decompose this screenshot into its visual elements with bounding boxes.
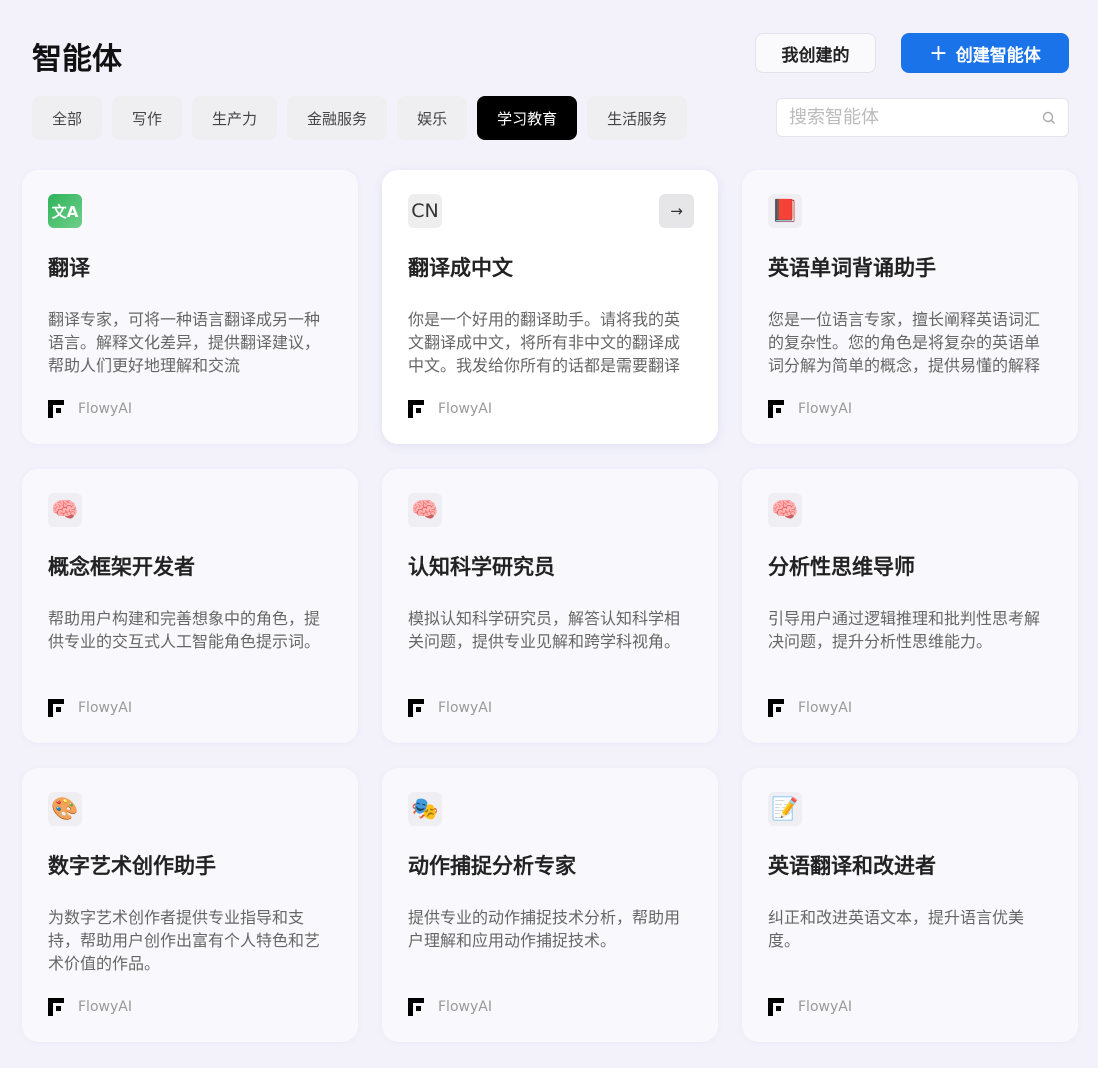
- agent-card[interactable]: 🧠 分析性思维导师 引导用户通过逻辑推理和批判性思考解决问题，提升分析性思维能力…: [742, 469, 1078, 743]
- translate-icon: 文A: [48, 194, 82, 228]
- agent-description: 你是一个好用的翻译助手。请将我的英文翻译成中文，将所有非中文的翻译成中文。我发给…: [408, 310, 681, 375]
- search-icon[interactable]: [1042, 111, 1056, 125]
- brain-icon: 🧠: [48, 493, 82, 527]
- agent-author: FlowyAI: [408, 699, 492, 717]
- flowyai-logo-icon: [48, 400, 64, 418]
- agent-author: FlowyAI: [408, 400, 492, 418]
- flowyai-logo-icon: [408, 699, 424, 717]
- author-name: FlowyAI: [438, 700, 492, 716]
- agent-title: 分析性思维导师: [768, 555, 915, 579]
- agent-description: 提供专业的动作捕捉技术分析，帮助用户理解和应用动作捕捉技术。: [408, 908, 681, 950]
- flowyai-logo-icon: [768, 400, 784, 418]
- tab-4[interactable]: 娱乐: [397, 96, 468, 140]
- agent-title: 认知科学研究员: [408, 555, 555, 579]
- agent-author: FlowyAI: [408, 998, 492, 1016]
- memo-icon: 📝: [768, 792, 802, 826]
- author-name: FlowyAI: [798, 700, 852, 716]
- author-name: FlowyAI: [78, 700, 132, 716]
- agent-title: 英语翻译和改进者: [768, 854, 936, 878]
- author-name: FlowyAI: [798, 999, 852, 1015]
- agent-card[interactable]: 📕 英语单词背诵助手 您是一位语言专家，擅长阐释英语词汇的复杂性。您的角色是将复…: [742, 170, 1078, 444]
- agent-description: 帮助用户构建和完善想象中的角色，提供专业的交互式人工智能角色提示词。: [48, 609, 321, 651]
- agent-description: 为数字艺术创作者提供专业指导和支持，帮助用户创作出富有个人特色和艺术价值的作品。: [48, 908, 321, 973]
- agent-card[interactable]: 文A 翻译 翻译专家，可将一种语言翻译成另一种语言。解释文化差异，提供翻译建议，…: [22, 170, 358, 444]
- cn-icon: CN: [408, 194, 442, 228]
- agent-title: 英语单词背诵助手: [768, 256, 936, 280]
- agent-description: 纠正和改进英语文本，提升语言优美度。: [768, 908, 1025, 950]
- author-name: FlowyAI: [78, 999, 132, 1015]
- agent-author: FlowyAI: [768, 400, 852, 418]
- agent-card[interactable]: 📝 英语翻译和改进者 纠正和改进英语文本，提升语言优美度。 FlowyAI: [742, 768, 1078, 1042]
- tab-0[interactable]: 全部: [32, 96, 103, 140]
- palette-icon: 🎨: [48, 792, 82, 826]
- flowyai-logo-icon: [768, 699, 784, 717]
- agent-title: 动作捕捉分析专家: [408, 854, 576, 878]
- tab-2[interactable]: 生产力: [192, 96, 278, 140]
- agent-card[interactable]: CN → 翻译成中文 你是一个好用的翻译助手。请将我的英文翻译成中文，将所有非中…: [382, 170, 718, 444]
- book-icon: 📕: [768, 194, 802, 228]
- agent-description: 模拟认知科学研究员，解答认知科学相关问题，提供专业见解和跨学科视角。: [408, 609, 681, 651]
- create-agent-label: 创建智能体: [955, 45, 1041, 66]
- masks-icon: 🎭: [408, 792, 442, 826]
- flowyai-logo-icon: [408, 400, 424, 418]
- agent-title: 概念框架开发者: [48, 555, 195, 579]
- agent-card[interactable]: 🧠 概念框架开发者 帮助用户构建和完善想象中的角色，提供专业的交互式人工智能角色…: [22, 469, 358, 743]
- tab-1[interactable]: 写作: [112, 96, 183, 140]
- flowyai-logo-icon: [48, 699, 64, 717]
- search-input[interactable]: [789, 107, 1019, 128]
- agent-card[interactable]: 🎨 数字艺术创作助手 为数字艺术创作者提供专业指导和支持，帮助用户创作出富有个人…: [22, 768, 358, 1042]
- agent-author: FlowyAI: [768, 998, 852, 1016]
- agent-author: FlowyAI: [48, 400, 132, 418]
- agent-card[interactable]: 🧠 认知科学研究员 模拟认知科学研究员，解答认知科学相关问题，提供专业见解和跨学…: [382, 469, 718, 743]
- plus-icon: +: [929, 40, 948, 66]
- tab-5[interactable]: 学习教育: [477, 96, 578, 140]
- agent-card[interactable]: 🎭 动作捕捉分析专家 提供专业的动作捕捉技术分析，帮助用户理解和应用动作捕捉技术…: [382, 768, 718, 1042]
- tab-3[interactable]: 金融服务: [287, 96, 388, 140]
- agent-title: 翻译成中文: [408, 256, 513, 280]
- agent-title: 数字艺术创作助手: [48, 854, 216, 878]
- author-name: FlowyAI: [78, 401, 132, 417]
- agent-author: FlowyAI: [768, 699, 852, 717]
- brain-icon: 🧠: [768, 493, 802, 527]
- agent-author: FlowyAI: [48, 699, 132, 717]
- author-name: FlowyAI: [438, 401, 492, 417]
- flowyai-logo-icon: [48, 998, 64, 1016]
- author-name: FlowyAI: [438, 999, 492, 1015]
- agent-description: 翻译专家，可将一种语言翻译成另一种语言。解释文化差异，提供翻译建议，帮助人们更好…: [48, 310, 321, 375]
- category-tabs: 全部 写作 生产力 金融服务 娱乐 学习教育 生活服务: [32, 96, 688, 140]
- my-created-button[interactable]: 我创建的: [755, 33, 876, 73]
- arrow-right-icon[interactable]: →: [659, 194, 694, 228]
- search-box[interactable]: [776, 98, 1069, 137]
- agent-description: 引导用户通过逻辑推理和批判性思考解决问题，提升分析性思维能力。: [768, 609, 1041, 651]
- flowyai-logo-icon: [408, 998, 424, 1016]
- agent-title: 翻译: [48, 256, 90, 280]
- page-title: 智能体: [32, 42, 122, 77]
- brain-icon: 🧠: [408, 493, 442, 527]
- flowyai-logo-icon: [768, 998, 784, 1016]
- agent-grid: 文A 翻译 翻译专家，可将一种语言翻译成另一种语言。解释文化差异，提供翻译建议，…: [22, 170, 1078, 1042]
- tab-6[interactable]: 生活服务: [587, 96, 688, 140]
- agent-author: FlowyAI: [48, 998, 132, 1016]
- author-name: FlowyAI: [798, 401, 852, 417]
- create-agent-button[interactable]: + 创建智能体: [901, 33, 1069, 73]
- agent-description: 您是一位语言专家，擅长阐释英语词汇的复杂性。您的角色是将复杂的英语单词分解为简单…: [768, 310, 1041, 375]
